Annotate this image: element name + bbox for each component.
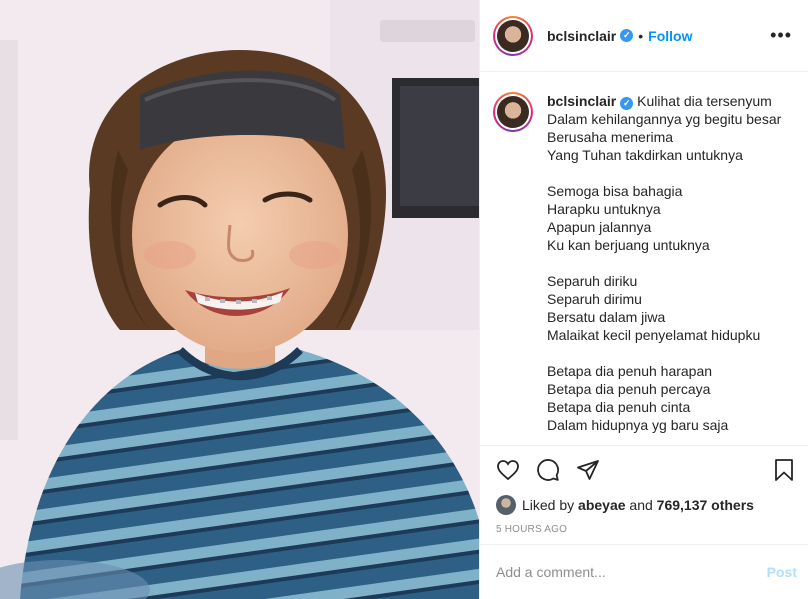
likes-count[interactable]: 769,137 others: [657, 497, 754, 513]
heart-icon[interactable]: [496, 458, 520, 482]
post-timestamp[interactable]: 5 HOURS AGO: [480, 516, 808, 544]
share-icon[interactable]: [576, 458, 600, 482]
caption-author-avatar[interactable]: [493, 92, 533, 132]
caption-line: Yang Tuhan takdirkan untuknya: [547, 147, 743, 163]
caption-author[interactable]: bclsinclair: [547, 93, 616, 109]
post-comment-button[interactable]: Post: [767, 564, 797, 580]
author-username[interactable]: bclsinclair: [547, 28, 616, 44]
header-separator: •: [638, 27, 644, 44]
caption-line: Betapa dia penuh harapan: [547, 363, 713, 379]
caption-line: Dalam hidupnya yg baru saja: [547, 417, 729, 433]
caption-line: Separuh diriku: [547, 273, 638, 289]
caption-line: Apapun jalannya: [547, 219, 652, 235]
likes-summary: Liked by abeyae and 769,137 others: [480, 494, 808, 516]
caption-text: bclsinclair ✓ Kulihat dia tersenyum Dalam…: [547, 92, 781, 445]
bookmark-icon[interactable]: [772, 458, 796, 482]
caption-line: Semoga bisa bahagia: [547, 183, 683, 199]
likes-prefix: Liked by: [522, 497, 575, 513]
author-avatar[interactable]: [493, 15, 533, 56]
verified-badge-icon: ✓: [620, 29, 634, 42]
caption-line: Betapa dia penuh percaya: [547, 381, 711, 397]
post-sidebar: bclsinclair ✓ • Follow ••• bclsinclair ✓ …: [479, 0, 808, 599]
caption-line: Dalam kehilangannya yg begitu besar: [547, 111, 782, 127]
caption-line: Ku kan berjuang untuknya: [547, 237, 710, 253]
caption-line: Separuh dirimu: [547, 291, 642, 307]
liker-avatar[interactable]: [496, 495, 516, 515]
photo-illustration: [0, 0, 479, 599]
caption-line: Betapa dia penuh cinta: [547, 399, 691, 415]
more-options-icon[interactable]: •••: [770, 25, 792, 46]
comment-input[interactable]: [496, 564, 767, 580]
likes-conjunction: and: [629, 497, 653, 513]
caption-line: Harapku untuknya: [547, 201, 661, 217]
post-photo[interactable]: [0, 0, 479, 599]
caption-line: Bersatu dalam jiwa: [547, 309, 666, 325]
caption-first-line: bclsinclair ✓ Kulihat dia tersenyum: [547, 92, 781, 110]
comment-form: Post: [480, 544, 808, 599]
action-bar: [480, 446, 808, 494]
caption-line: Kulihat dia tersenyum: [637, 93, 772, 109]
follow-button[interactable]: Follow: [648, 28, 692, 44]
caption-section: bclsinclair ✓ Kulihat dia tersenyum Dalam…: [480, 72, 808, 446]
caption-verified-badge-icon: ✓: [620, 96, 634, 110]
caption-line: Berusaha menerima: [547, 129, 674, 145]
post-header: bclsinclair ✓ • Follow •••: [480, 0, 808, 72]
caption-line: Malaikat kecil penyelamat hidupku: [547, 327, 761, 343]
liker-username[interactable]: abeyae: [578, 497, 625, 513]
comment-icon[interactable]: [536, 458, 560, 482]
